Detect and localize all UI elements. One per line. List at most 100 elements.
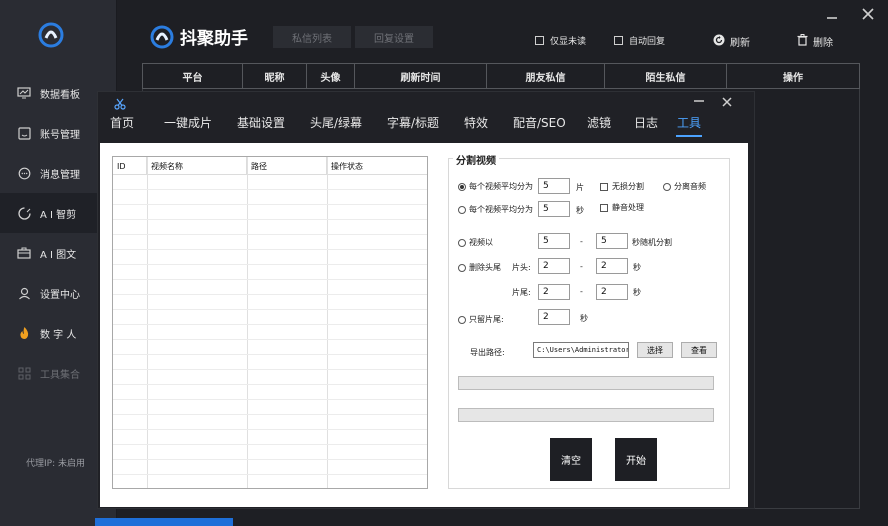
mute-checkbox[interactable]: 静音处理 [600,202,644,213]
trim-head-tail-radio[interactable]: 删除头尾 [458,262,501,273]
refresh-label: 刷新 [730,38,750,49]
tab-subtitles[interactable]: 字幕/标题 [387,114,439,131]
window-close-button[interactable] [862,6,874,24]
separate-audio-radio[interactable]: 分离音频 [663,181,706,192]
tab-basic-settings[interactable]: 基础设置 [237,114,285,131]
table-row [113,385,427,400]
tab-effects[interactable]: 特效 [464,114,488,131]
export-path-input[interactable]: C:\Users\Administrator\ [533,342,629,358]
delete-label: 删除 [813,38,833,49]
table-row [113,400,427,415]
unit-sec-label: 秒 [580,314,588,323]
trim-label: 删除头尾 [469,263,501,272]
radio-indicator [458,205,466,214]
head-min-input[interactable]: 2 [538,258,570,274]
dialog-tabs: 首页 一键成片 基础设置 头尾/绿幕 字幕/标题 特效 配音/SEO 滤镜 日志… [98,114,756,138]
unit-sec-label: 秒 [576,206,584,215]
tab-filters[interactable]: 滤镜 [587,114,611,131]
choose-path-button[interactable]: 选择 [637,342,673,358]
sidebar-item-label: A I 智剪 [40,209,77,221]
tab-tools[interactable]: 工具 [677,114,701,131]
tail-max-input[interactable]: 2 [596,284,628,300]
view-path-button[interactable]: 查看 [681,342,717,358]
avg-secs-input[interactable]: 5 [538,201,570,217]
delete-button[interactable]: 删除 [797,34,833,49]
range-dash: - [580,287,583,296]
proxy-status: 代理IP: 未启用 [26,459,85,469]
avg-secs-label: 每个视频平均分为 [469,205,533,214]
radio-indicator [458,263,466,272]
unit-sec-label: 秒 [633,288,641,297]
head-max-input[interactable]: 2 [596,258,628,274]
column-header-name: 视频名称 [147,157,247,175]
column-header: 头像 [307,64,355,88]
table-row [113,190,427,205]
sidebar-item-label: 工具集合 [40,369,80,381]
random-max-input[interactable]: 5 [596,233,628,249]
split-video-title: 分割视频 [453,152,499,167]
table-row [113,355,427,370]
sidebar-item-label: 数据看板 [40,89,80,101]
tab-home[interactable]: 首页 [110,114,134,131]
clear-button[interactable]: 清空 [550,438,592,481]
auto-reply-checkbox[interactable]: 自动回复 [614,34,665,47]
table-row [113,460,427,475]
refresh-button[interactable]: 刷新 [713,34,750,49]
checkbox-box [535,36,544,45]
private-messages-tab[interactable]: 私信列表 [273,26,351,48]
dialog-minimize-button[interactable] [694,94,704,109]
table-row [113,250,427,265]
app-logo-icon [38,22,64,48]
avg-parts-radio[interactable]: 每个视频平均分为 [458,181,533,192]
sidebar-item-label: 消息管理 [40,169,80,181]
video-list-table[interactable]: ID 视频名称 路径 操作状态 [112,156,428,489]
window-minimize-button[interactable] [826,8,838,24]
column-header-id: ID [113,157,147,175]
lossless-checkbox[interactable]: 无损分割 [600,181,644,192]
keep-tail-input[interactable]: 2 [538,309,570,325]
mute-label: 静音处理 [612,203,644,212]
flame-icon [16,325,32,341]
table-row [113,280,427,295]
table-row [113,445,427,460]
keep-tail-label: 只留片尾: [469,315,504,324]
tab-head-tail[interactable]: 头尾/绿幕 [310,114,362,131]
lossless-label: 无损分割 [612,182,644,191]
video-list-header: ID 视频名称 路径 操作状态 [113,157,427,175]
table-row [113,175,427,190]
avg-parts-input[interactable]: 5 [538,178,570,194]
keep-tail-radio[interactable]: 只留片尾: [458,314,504,325]
column-header-path: 路径 [247,157,327,175]
minimize-icon [827,17,837,19]
progress-bar-current [458,408,714,422]
range-dash: - [580,262,583,271]
ai-cut-dialog: 首页 一键成片 基础设置 头尾/绿幕 字幕/标题 特效 配音/SEO 滤镜 日志… [97,91,755,509]
sidebar-item-label: 设置中心 [40,289,80,301]
start-button[interactable]: 开始 [615,438,657,481]
unit-piece-label: 片 [576,183,584,192]
checkbox-box [614,36,623,45]
table-row [113,310,427,325]
close-icon [722,97,732,107]
grid-icon [16,365,32,381]
tab-logs[interactable]: 日志 [634,114,658,131]
tab-one-click[interactable]: 一键成片 [164,114,212,131]
tail-min-input[interactable]: 2 [538,284,570,300]
ai-cut-icon [16,205,32,221]
random-suffix-label: 秒随机分割 [632,238,672,247]
sidebar-item-label: 账号管理 [40,129,80,141]
monitor-icon [16,85,32,101]
random-min-input[interactable]: 5 [538,233,570,249]
user-settings-icon [16,285,32,301]
avg-secs-radio[interactable]: 每个视频平均分为 [458,204,533,215]
tab-voice-seo[interactable]: 配音/SEO [513,114,566,131]
reply-settings-tab[interactable]: 回复设置 [355,26,433,48]
column-header: 陌生私信 [605,64,727,88]
tail-label: 片尾: [512,288,531,297]
app-title-text: 抖聚助手 [180,29,248,49]
dialog-close-button[interactable] [722,96,732,111]
checkbox-box [600,182,608,191]
only-unread-checkbox[interactable]: 仅显未读 [535,34,586,47]
message-table-header: 平台 昵称 头像 刷新时间 朋友私信 陌生私信 操作 [142,63,860,89]
random-split-radio[interactable]: 视频以 [458,237,493,248]
